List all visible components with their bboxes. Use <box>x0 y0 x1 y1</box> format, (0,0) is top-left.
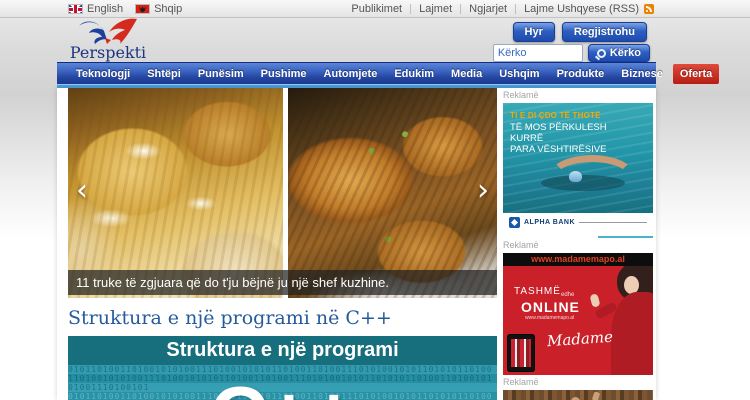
alpha-bank-subline-1: TË MOS PËRKULESH KURRË <box>510 122 607 144</box>
madame-thumbs-up <box>589 293 601 308</box>
swimmer-arm <box>547 155 637 203</box>
nav-item-ushqim[interactable]: Ushqim <box>492 64 546 84</box>
language-label: English <box>87 2 124 15</box>
separator <box>410 3 412 14</box>
logo-text: Perspekti <box>69 43 147 62</box>
alpha-bank-ad-image: TI E DI ÇDO TË THOTË TË MOS PËRKULESH KU… <box>503 103 653 213</box>
slider-next-arrow[interactable]: › <box>477 176 489 206</box>
nav-item-biznese[interactable]: Biznese <box>614 64 670 84</box>
nav-item-media[interactable]: Media <box>444 64 489 84</box>
madame-model-dress <box>611 292 653 375</box>
ad-madame-mapo[interactable]: www.madamemapo.al TASHMË edhe ONLINE www… <box>503 253 653 375</box>
ad-label: Reklamë <box>503 377 539 387</box>
separator <box>460 3 462 14</box>
nav-item-edukim[interactable]: Edukim <box>387 64 441 84</box>
madame-edhe-text: edhe <box>561 292 575 298</box>
register-button[interactable]: Regjistrohu <box>561 22 647 42</box>
swimmer-cap <box>569 171 582 182</box>
nav-bar: Teknologji Shtëpi Punësim Pushime Automj… <box>57 62 720 84</box>
slider-prev-arrow[interactable]: ‹ <box>76 176 88 206</box>
madame-ad-image: TASHMË edhe ONLINE www.madamemapo.al Mad… <box>503 266 653 375</box>
alpha-bank-subline: TË MOS PËRKULESH KURRË PARA VËSHTIRËSIVE <box>510 122 640 155</box>
madame-brand-script: Madame <box>546 327 614 351</box>
ad-label: Reklamë <box>503 90 539 100</box>
auth-buttons: Hyr Regjistrohu <box>512 22 647 42</box>
nav-item-teknologji[interactable]: Teknologji <box>69 64 137 84</box>
rss-icon[interactable] <box>644 3 654 14</box>
uk-flag-icon <box>68 3 83 14</box>
page: English Shqip Publikimet Lajmet Ngjarjet… <box>0 0 750 400</box>
madame-tablet-image <box>507 334 535 372</box>
alpha-bank-rule <box>579 221 647 223</box>
slide-potatoes-2[interactable] <box>288 88 497 298</box>
magnifier-icon <box>596 48 606 58</box>
site-logo[interactable]: Perspekti <box>68 18 148 62</box>
separator <box>515 3 517 14</box>
content-area: ‹ › 11 truke të zgjuara që do t'ju bëjnë… <box>57 88 656 400</box>
nav-item-pushime[interactable]: Pushime <box>254 64 314 84</box>
alpha-bank-logo-icon <box>509 216 520 228</box>
slider-caption[interactable]: 11 truke të zgjuara që do t'ju bëjnë ju … <box>68 270 497 295</box>
nav-item-automjete[interactable]: Automjete <box>317 64 385 84</box>
login-button[interactable]: Hyr <box>512 22 555 42</box>
toplink-lajmet[interactable]: Lajmet <box>419 3 452 15</box>
site-header: Perspekti Hyr Regjistrohu Kërko <box>0 18 750 62</box>
main-navigation: Teknologji Shtëpi Punësim Pushime Automj… <box>57 62 720 88</box>
nav-item-produkte[interactable]: Produkte <box>550 64 612 84</box>
search-button[interactable]: Kërko <box>587 44 650 62</box>
albania-flag-icon <box>135 3 151 14</box>
banner-big-text: C++ <box>68 369 497 400</box>
eagle-logo-icon <box>79 18 137 44</box>
toplink-lajme-ushqyese-rss[interactable]: Lajme Ushqyese (RSS) <box>524 3 639 15</box>
alpha-bank-brand-strip: ALPHA BANK <box>503 213 653 231</box>
alpha-bank-brand-text: ALPHA BANK <box>524 218 576 226</box>
alpha-bank-headline: TI E DI ÇDO TË THOTË <box>510 111 601 120</box>
banner-body: 0101101001101001010100111010010101011010… <box>68 365 497 400</box>
nav-item-punesim[interactable]: Punësim <box>191 64 251 84</box>
language-switch-english[interactable]: English <box>68 3 123 15</box>
ad-alpha-bank[interactable]: TI E DI ÇDO TË THOTË TË MOS PËRKULESH KU… <box>503 103 653 231</box>
alpha-bank-subline-2: PARA VËSHTIRËSIVE <box>510 144 607 155</box>
search-bar: Kërko <box>492 44 650 62</box>
sidebar-ads: Reklamë TI E DI ÇDO TË THOTË TË MOS PËRK… <box>503 88 653 400</box>
top-utility-bar: English Shqip Publikimet Lajmet Ngjarjet… <box>0 0 750 18</box>
slide-potatoes-1[interactable] <box>68 88 283 298</box>
main-column: ‹ › 11 truke të zgjuara që do t'ju bëjnë… <box>68 88 497 400</box>
language-label: Shqip <box>154 2 183 15</box>
forest-person-hand <box>591 391 601 400</box>
madame-small-url: www.madamemapo.al <box>525 315 575 321</box>
search-input[interactable] <box>492 44 583 62</box>
ad-forest[interactable] <box>503 390 653 400</box>
toplink-publikimet[interactable]: Publikimet <box>351 3 402 15</box>
sidebar-divider <box>598 236 653 238</box>
article-title-link[interactable]: Struktura e një programi në C++ <box>68 307 497 329</box>
toplink-ngjarjet[interactable]: Ngjarjet <box>469 3 507 15</box>
ad-label: Reklamë <box>503 240 539 250</box>
language-switch-shqip[interactable]: Shqip <box>135 3 182 15</box>
nav-item-oferta[interactable]: Oferta <box>672 63 720 84</box>
search-button-label: Kërko <box>609 47 641 59</box>
banner-header-text: Struktura e një programi <box>68 336 497 365</box>
madame-tashme-text: TASHMË <box>514 286 561 297</box>
article-banner-image[interactable]: Struktura e një programi 010110100110100… <box>68 336 497 400</box>
nav-item-shtepi[interactable]: Shtëpi <box>140 64 188 84</box>
madame-online-text: ONLINE <box>521 299 580 315</box>
featured-slider: ‹ › 11 truke të zgjuara që do t'ju bëjnë… <box>68 88 497 298</box>
madame-top-url: www.madamemapo.al <box>503 253 653 266</box>
